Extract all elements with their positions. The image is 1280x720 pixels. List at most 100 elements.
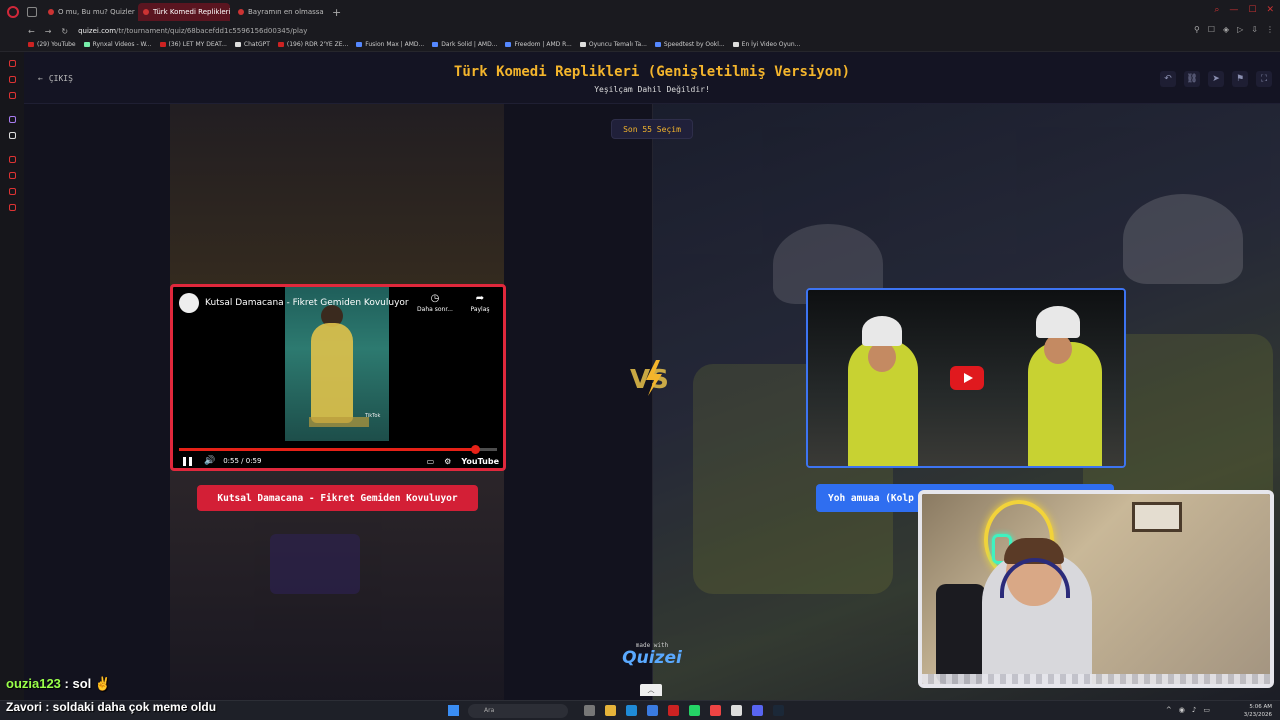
tab-label: O mu, Bu mu? Quizlerl | T... xyxy=(58,8,135,16)
bookmark-item[interactable]: Freedom | AMD R... xyxy=(505,41,572,48)
round-badge: Son 55 Seçim xyxy=(611,119,693,139)
chat-text: : sol ✌ xyxy=(60,676,112,691)
window-controls: ⌕ — ☐ ✕ xyxy=(1214,5,1274,15)
browser-sidebar xyxy=(0,52,24,720)
chat-message: Zavori : soldaki daha çok meme oldu xyxy=(6,700,216,714)
network-icon[interactable]: ◉ xyxy=(1179,706,1185,714)
taskbar-clock[interactable]: 5:06 AM 3/23/2026 xyxy=(1244,703,1272,719)
close-window-icon[interactable]: ✕ xyxy=(1266,5,1274,15)
battery-icon[interactable]: ▭ xyxy=(1203,706,1210,714)
channel-avatar[interactable] xyxy=(179,293,199,313)
twitch-icon[interactable] xyxy=(9,116,16,123)
bookmark-item[interactable]: Speedtest by Ookl... xyxy=(654,41,725,48)
store-icon[interactable] xyxy=(647,705,658,716)
bookmark-item[interactable]: En İyi Video Oyun... xyxy=(732,41,800,48)
whatsapp-icon[interactable] xyxy=(689,705,700,716)
tab-favicon-icon xyxy=(238,9,244,15)
bookmark-item[interactable]: (29) YouTube xyxy=(28,41,76,48)
progress-knob[interactable] xyxy=(470,445,480,454)
send-icon[interactable]: ➤ xyxy=(1208,71,1224,87)
tab-quizler[interactable]: O mu, Bu mu? Quizlerl | T... xyxy=(43,3,135,21)
app-icon[interactable] xyxy=(731,705,742,716)
forward-icon[interactable]: → xyxy=(45,27,52,36)
volume-icon[interactable]: 🔊 xyxy=(204,456,215,466)
video-controls: 🔊 0:55 / 0:59 ▭ ⚙ YouTube xyxy=(183,454,499,468)
back-icon[interactable]: ← xyxy=(28,27,35,36)
pause-icon[interactable] xyxy=(183,456,192,466)
menu-icon[interactable]: ⋮ xyxy=(1266,25,1274,34)
header-actions: ↶ ⛓ ➤ ⚑ ⛶ xyxy=(1160,71,1272,87)
vs-lightning-icon: VS xyxy=(630,360,669,396)
choose-left-button[interactable]: Kutsal Damacana - Fikret Gemiden Kovuluy… xyxy=(197,485,478,511)
x-icon[interactable] xyxy=(9,132,16,139)
chat-username: Zavori xyxy=(6,700,43,714)
chat-message: ouzia123 : sol ✌ xyxy=(6,676,111,692)
bookmark-icon[interactable]: ☐ xyxy=(1208,25,1215,34)
chat-username: ouzia123 xyxy=(6,676,61,691)
file-explorer-icon[interactable] xyxy=(605,705,616,716)
share-button[interactable]: ➦ Paylaş xyxy=(467,293,493,313)
browser-toolbar: ⚲ ☐ ◈ ▷ ⇩ ⋮ xyxy=(1194,25,1274,34)
bookmark-item[interactable]: (36) LET MY DEAT... xyxy=(159,41,227,48)
app-icon[interactable] xyxy=(710,705,721,716)
sidebar-app-icon[interactable] xyxy=(9,188,16,195)
scroll-up-icon[interactable]: ︿ xyxy=(640,684,662,696)
sidebar-app-icon[interactable] xyxy=(9,92,16,99)
watch-later-button[interactable]: ◷ Daha sonr... xyxy=(413,293,457,313)
page-subtitle: Yeşilçam Dahil Değildir! xyxy=(594,85,710,94)
time-display: 0:55 / 0:59 xyxy=(223,457,262,465)
youtube-logo[interactable]: YouTube xyxy=(461,457,499,466)
fullscreen-icon[interactable]: ⛶ xyxy=(1256,71,1272,87)
bookmark-item[interactable]: (196) RDR 2'YE ZE... xyxy=(277,41,348,48)
bookmark-item[interactable]: ChatGPT xyxy=(234,41,270,48)
bookmark-item[interactable]: Fusion Max | AMD... xyxy=(356,41,424,48)
settings-gear-icon[interactable]: ⚙ xyxy=(444,457,451,466)
flag-icon[interactable]: ⚑ xyxy=(1232,71,1248,87)
bookmark-item[interactable]: Dark Solid | AMD... xyxy=(432,41,497,48)
bookmarks-bar: (29) YouTube Rynxal Videos - W... (36) L… xyxy=(0,38,1280,52)
edge-icon[interactable] xyxy=(626,705,637,716)
settings-icon[interactable] xyxy=(9,204,16,211)
left-video-player[interactable]: TikTok Kutsal Damacana - Fikret Gemiden … xyxy=(170,284,506,471)
downloads-icon[interactable]: ⇩ xyxy=(1251,25,1258,34)
url-field[interactable]: quizei.com/tr/tournament/quiz/68bacefdd1… xyxy=(78,27,307,35)
bookmark-item[interactable]: Rynxal Videos - W... xyxy=(83,41,152,48)
undo-icon[interactable]: ↶ xyxy=(1160,71,1176,87)
made-with-quizei[interactable]: made with Quizei xyxy=(610,642,694,667)
tab-bayram[interactable]: Bayramın en olmassa olma... xyxy=(233,3,325,21)
subtitles-icon[interactable]: ▭ xyxy=(427,457,435,466)
steam-icon[interactable] xyxy=(773,705,784,716)
share-icon: ➦ xyxy=(475,293,485,304)
workspaces-icon[interactable] xyxy=(27,7,37,17)
opera-gx-icon[interactable] xyxy=(668,705,679,716)
play-icon[interactable]: ▷ xyxy=(1237,25,1243,34)
sidebar-app-icon[interactable] xyxy=(9,76,16,83)
video-progress-bar[interactable] xyxy=(179,445,497,454)
youtube-play-icon[interactable] xyxy=(950,366,984,390)
video-title[interactable]: Kutsal Damacana - Fikret Gemiden Kovuluy… xyxy=(205,298,409,308)
new-tab-icon[interactable]: + xyxy=(332,6,341,19)
volume-tray-icon[interactable]: ♪ xyxy=(1192,706,1196,714)
tray-chevron-icon[interactable]: ^ xyxy=(1166,706,1172,714)
right-video-thumbnail[interactable] xyxy=(806,288,1126,468)
start-icon[interactable] xyxy=(448,705,459,716)
browser-logo-icon[interactable] xyxy=(7,6,19,18)
history-icon[interactable] xyxy=(9,172,16,179)
extension-icon[interactable]: ⚲ xyxy=(1194,25,1200,34)
bookmark-item[interactable]: Oyuncu Temalı Ta... xyxy=(579,41,647,48)
minimize-icon[interactable]: — xyxy=(1229,5,1238,15)
task-view-icon[interactable] xyxy=(584,705,595,716)
sidebar-app-icon[interactable] xyxy=(9,60,16,67)
chat-text: : soldaki daha çok meme oldu xyxy=(42,700,217,714)
discord-icon[interactable] xyxy=(752,705,763,716)
search-tabs-icon[interactable]: ⌕ xyxy=(1214,5,1219,15)
page-title: Türk Komedi Replikleri (Genişletilmiş Ve… xyxy=(453,64,851,80)
taskbar-search[interactable]: Ara xyxy=(468,704,568,718)
maximize-icon[interactable]: ☐ xyxy=(1248,5,1256,15)
link-icon[interactable]: ⛓ xyxy=(1184,71,1200,87)
tab-turk-komedi[interactable]: Türk Komedi Replikleri ✕ xyxy=(138,3,230,21)
tiktok-watermark: TikTok xyxy=(365,413,381,419)
shield-icon[interactable]: ◈ xyxy=(1223,25,1229,34)
reload-icon[interactable]: ↻ xyxy=(61,27,68,36)
sidebar-app-icon[interactable] xyxy=(9,156,16,163)
